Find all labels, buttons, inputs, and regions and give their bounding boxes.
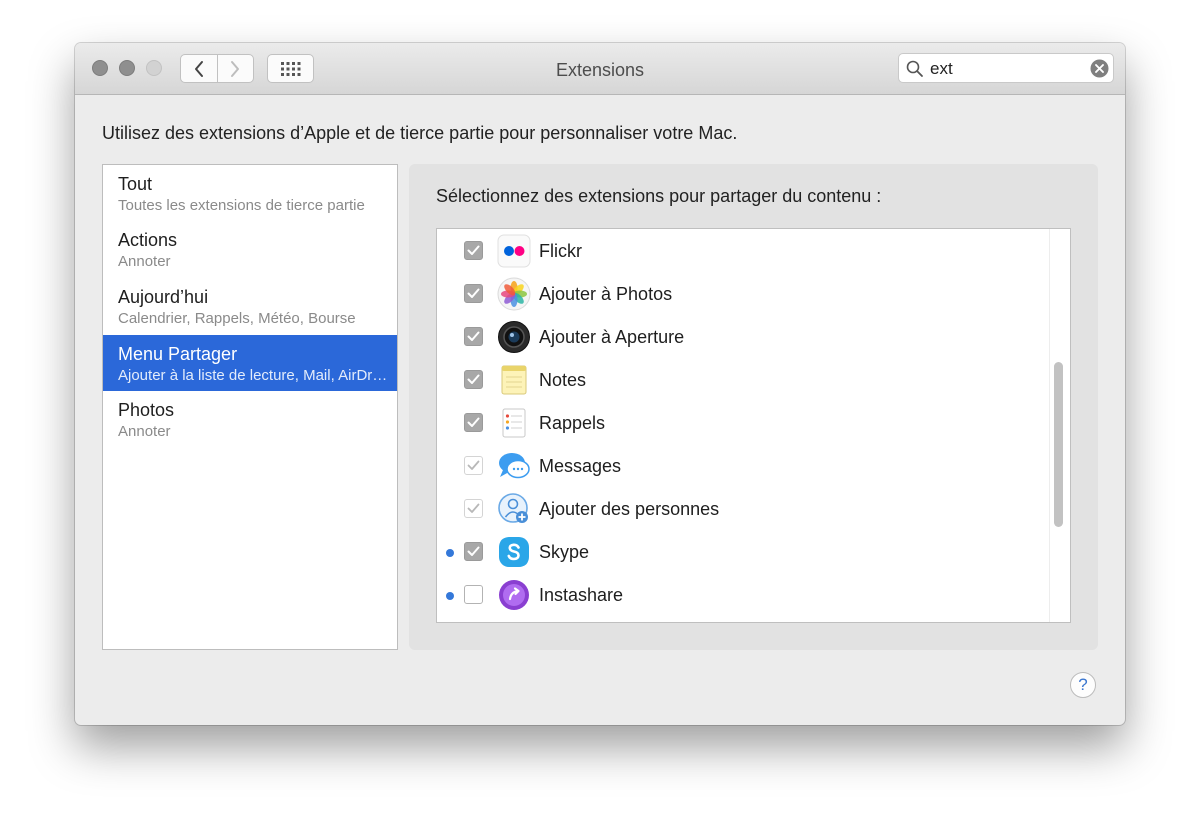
extensions-list: Flickr Ajouter à Photos Ajouter à Apertu… [436,228,1071,623]
titlebar: Extensions ext [75,43,1125,95]
extension-name: Notes [539,370,587,390]
extension-checkbox[interactable] [464,241,483,260]
extensions-panel: Sélectionnez des extensions pour partage… [409,164,1098,650]
sidebar-item-title: Actions [118,230,178,250]
list-item: Flickr [437,230,1047,273]
search-icon [906,60,923,77]
scrollbar-track [1049,229,1050,622]
extension-checkbox[interactable] [464,499,483,518]
sidebar-item-photos[interactable]: Photos Annoter [103,391,397,447]
third-party-indicator [446,549,454,557]
sidebar-item-title: Photos [118,400,175,420]
extension-name: Ajouter à Aperture [539,327,685,347]
list-item: Rappels [437,402,1047,445]
checkmark-icon [467,288,480,298]
extension-name: Instashare [539,585,624,605]
sidebar-item-title: Aujourd’hui [118,287,209,307]
flickr-icon [497,234,531,268]
aperture-icon [498,321,530,353]
extension-checkbox[interactable] [464,284,483,303]
extension-name: Rappels [539,413,606,433]
sidebar-item-subtitle: Annoter [118,253,171,270]
extension-categories-list: Tout Toutes les extensions de tierce par… [102,164,398,650]
instashare-icon [499,580,529,610]
sidebar-item-actions[interactable]: Actions Annoter [103,221,397,277]
sidebar-item-menu-partager[interactable]: Menu Partager Ajouter à la liste de lect… [103,335,397,391]
extension-checkbox[interactable] [464,585,483,604]
add-people-icon [498,493,528,523]
list-item: Ajouter à Photos [437,273,1047,316]
checkmark-icon [467,546,480,556]
scrollbar-thumb[interactable] [1054,362,1063,527]
sidebar-item-title: Menu Partager [118,344,238,364]
skype-icon [499,537,529,567]
list-item: Skype [437,531,1047,574]
checkmark-icon [467,460,480,470]
sidebar-item-subtitle: Toutes les extensions de tierce partie [118,197,365,214]
checkmark-icon [467,417,480,427]
extension-name: Flickr [539,241,582,261]
list-item: Ajouter à Aperture [437,316,1047,359]
panel-heading: Sélectionnez des extensions pour partage… [436,186,882,206]
extension-name: Skype [539,542,590,562]
third-party-indicator [446,592,454,600]
list-item: Ajouter des personnes [437,488,1047,531]
sidebar-item-subtitle: Ajouter à la liste de lecture, Mail, Air… [118,367,388,384]
list-item: Messages [437,445,1047,488]
extension-checkbox[interactable] [464,413,483,432]
clear-search-icon[interactable] [1090,59,1109,78]
reminders-icon [502,408,526,438]
checkmark-icon [467,331,480,341]
checkmark-icon [467,374,480,384]
extension-name: Ajouter à Photos [539,284,673,304]
extension-checkbox[interactable] [464,327,483,346]
sidebar-item-aujourdhui[interactable]: Aujourd’hui Calendrier, Rappels, Météo, … [103,278,397,334]
extension-checkbox[interactable] [464,370,483,389]
help-button[interactable]: ? [1070,672,1096,698]
extension-name: Messages [539,456,622,476]
notes-icon [501,365,527,395]
list-item: Notes [437,359,1047,402]
checkmark-icon [467,503,480,513]
sidebar-item-subtitle: Calendrier, Rappels, Météo, Bourse [118,310,356,327]
search-field[interactable]: ext [898,53,1114,83]
list-item: Instashare [437,574,1047,617]
messages-icon [499,453,530,479]
extension-checkbox[interactable] [464,456,483,475]
intro-text: Utilisez des extensions d’Apple et de ti… [102,123,738,143]
photos-icon [497,277,531,311]
sidebar-item-tout[interactable]: Tout Toutes les extensions de tierce par… [103,165,397,221]
checkmark-icon [467,245,480,255]
search-input[interactable]: ext [930,59,953,79]
extension-checkbox[interactable] [464,542,483,561]
sidebar-item-title: Tout [118,174,153,194]
extension-name: Ajouter des personnes [539,499,720,519]
preferences-window: Extensions ext Utilisez des extensions d… [75,43,1125,725]
sidebar-item-subtitle: Annoter [118,423,171,440]
